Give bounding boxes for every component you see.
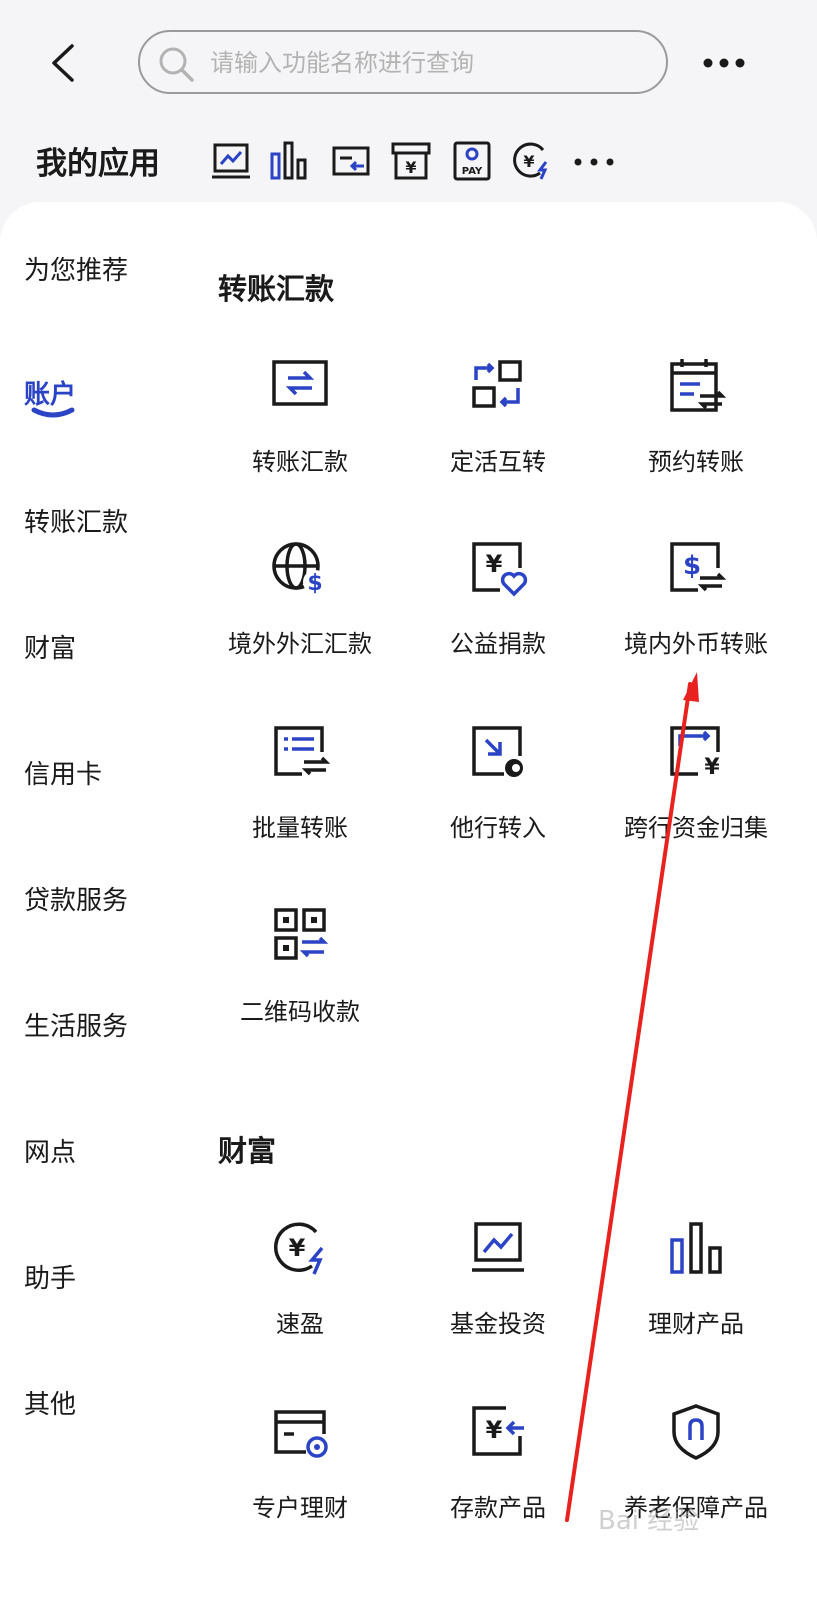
transfer-remit-item[interactable]: 转账汇款 [200, 356, 400, 486]
item-label: 预约转账 [648, 448, 744, 476]
bar-chart-icon[interactable] [268, 140, 310, 182]
scheduled-transfer-icon [670, 359, 726, 412]
qr-code-icon [274, 908, 329, 960]
wealth-products-item[interactable]: 理财产品 [596, 1218, 796, 1348]
item-label: 转账汇款 [252, 448, 348, 476]
item-label: 存款产品 [450, 1494, 546, 1522]
card-coin-icon [274, 1410, 328, 1458]
globe-dollar-icon: $ [272, 542, 327, 596]
fund-collection-icon: ¥ [670, 726, 720, 780]
svg-text:$: $ [307, 571, 322, 596]
sidebar-item-branches[interactable]: 网点 [24, 1132, 76, 1169]
overseas-remittance-item[interactable]: $ 境外外汇汇款 [200, 538, 400, 668]
svg-text:$: $ [683, 551, 701, 581]
item-label: 境内外币转账 [624, 630, 768, 658]
sidebar-item-wealth[interactable]: 财富 [24, 628, 76, 665]
section-title-wealth: 财富 [218, 1134, 277, 1168]
suying-item[interactable]: ¥ 速盈 [200, 1218, 400, 1348]
svg-text:PAY: PAY [462, 166, 483, 177]
more-icon[interactable] [700, 46, 748, 80]
other-bank-transfer-in-item[interactable]: 他行转入 [398, 722, 598, 852]
back-icon[interactable] [40, 38, 90, 88]
fixed-current-swap-item[interactable]: 定活互转 [398, 356, 598, 486]
sidebar-item-transfer[interactable]: 转账汇款 [24, 502, 128, 539]
more-apps-icon[interactable] [572, 148, 616, 176]
deposit-products-item[interactable]: ¥ 存款产品 [398, 1402, 598, 1532]
watermark: Bai 经验 [598, 1506, 700, 1536]
domestic-foreign-currency-transfer-item[interactable]: $ 境内外币转账 [596, 538, 796, 668]
item-label: 速盈 [276, 1310, 324, 1338]
item-label: 二维码收款 [240, 998, 360, 1026]
item-label: 公益捐款 [450, 630, 546, 658]
sidebar-item-credit-card[interactable]: 信用卡 [24, 754, 102, 791]
cross-bank-fund-collection-item[interactable]: ¥ 跨行资金归集 [596, 722, 796, 852]
active-indicator [31, 407, 75, 418]
foreign-currency-transfer-icon: $ [670, 542, 726, 592]
item-label: 定活互转 [450, 448, 546, 476]
my-apps-title: 我的应用 [36, 146, 160, 182]
section-title-transfer: 转账汇款 [218, 272, 335, 306]
deposit-icon: ¥ [472, 1406, 524, 1456]
charity-donation-item[interactable]: ¥ 公益捐款 [398, 538, 598, 668]
transfer-card-icon[interactable] [330, 140, 372, 182]
yen-speed-icon: ¥ [274, 1222, 324, 1275]
qr-payment-collection-item[interactable]: 二维码收款 [200, 906, 400, 1036]
dedicated-account-wealth-item[interactable]: 专户理财 [200, 1402, 400, 1532]
svg-text:¥: ¥ [486, 550, 503, 578]
pay-icon[interactable]: PAY [451, 140, 493, 182]
svg-text:¥: ¥ [486, 1416, 503, 1444]
batch-transfer-item[interactable]: 批量转账 [200, 722, 400, 852]
yen-speed-icon[interactable]: ¥ [510, 140, 552, 182]
svg-text:¥: ¥ [289, 1234, 306, 1262]
search-box[interactable] [138, 30, 668, 94]
svg-text:¥: ¥ [405, 158, 416, 177]
fund-investment-item[interactable]: 基金投资 [398, 1218, 598, 1348]
bar-chart-icon [670, 1222, 722, 1274]
scheduled-transfer-item[interactable]: 预约转账 [596, 356, 796, 486]
fund-chart-icon [472, 1222, 524, 1272]
item-label: 批量转账 [252, 814, 348, 842]
search-input[interactable] [208, 42, 642, 84]
sidebar-item-other[interactable]: 其他 [24, 1384, 76, 1421]
yen-box-icon[interactable]: ¥ [390, 140, 432, 182]
item-label: 境外外汇汇款 [228, 630, 372, 658]
fund-chart-icon[interactable] [210, 140, 252, 182]
sidebar-item-recommend[interactable]: 为您推荐 [24, 250, 128, 287]
other-bank-in-icon [472, 726, 523, 777]
item-label: 专户理财 [252, 1494, 348, 1522]
item-label: 他行转入 [450, 814, 546, 842]
item-label: 基金投资 [450, 1310, 546, 1338]
item-label: 理财产品 [648, 1310, 744, 1338]
svg-text:¥: ¥ [704, 755, 720, 780]
charity-icon: ¥ [472, 542, 528, 597]
shield-icon [672, 1404, 720, 1460]
sidebar-item-assistant[interactable]: 助手 [24, 1258, 76, 1295]
item-label: 跨行资金归集 [624, 814, 768, 842]
transfer-icon [272, 360, 328, 406]
search-icon [159, 47, 194, 82]
batch-transfer-icon [274, 726, 330, 776]
fixed-current-swap-icon [472, 360, 522, 408]
sidebar-item-life-services[interactable]: 生活服务 [24, 1006, 128, 1043]
svg-text:¥: ¥ [523, 152, 534, 171]
sidebar-item-loans[interactable]: 贷款服务 [24, 880, 128, 917]
